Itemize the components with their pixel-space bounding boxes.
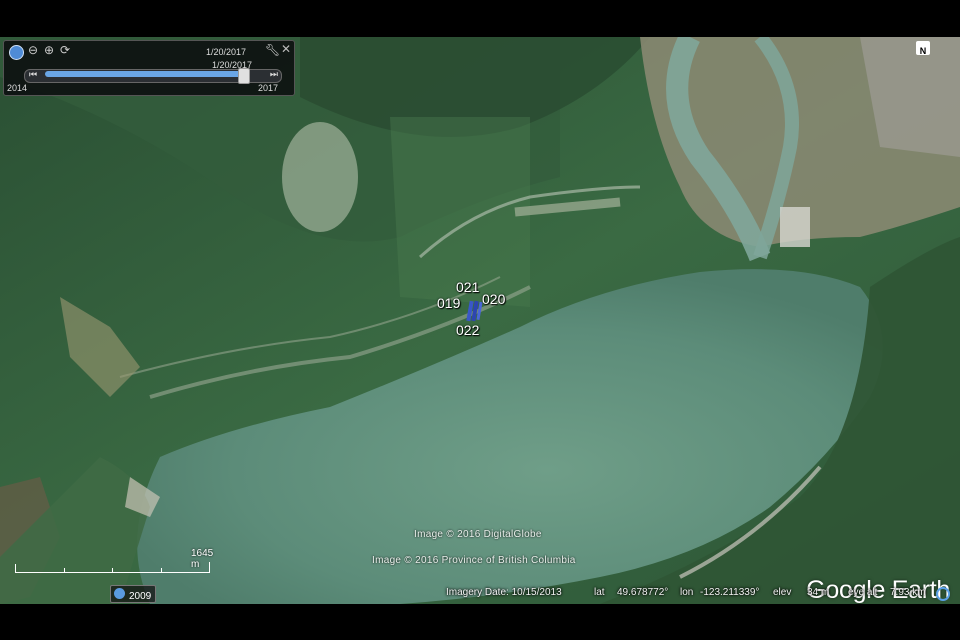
- clock-icon[interactable]: [9, 45, 24, 60]
- eye-alt-label: eye alt: [848, 587, 878, 598]
- historical-imagery-panel: ⊖ ⊕ ⟳ 1/20/2017 🔧︎ ✕ 1/20/2017 ⏮ ⏭ 2014 …: [3, 40, 295, 96]
- map-viewport[interactable]: 021 019 020 022 Image © 2016 DigitalGlob…: [0, 37, 960, 604]
- compass-north-label: N: [919, 46, 927, 56]
- refresh-icon[interactable]: ⟳: [60, 43, 70, 57]
- time-slider-fill: [45, 71, 242, 77]
- imagery-date: Imagery Date: 10/15/2013: [446, 587, 562, 598]
- current-date-top: 1/20/2017: [206, 47, 247, 57]
- scale-bar: 1645 m: [15, 548, 213, 580]
- zoom-out-time-icon[interactable]: ⊖: [28, 43, 38, 57]
- lat-value: 49.678772°: [617, 587, 669, 598]
- lat-label: lat: [594, 587, 605, 598]
- time-slider[interactable]: ⏮ ⏭: [24, 68, 282, 84]
- slider-start-icon[interactable]: ⏮: [29, 69, 37, 80]
- scale-tick-2: [112, 568, 113, 573]
- zoom-in-time-icon[interactable]: ⊕: [44, 43, 54, 57]
- placemark-label-022[interactable]: 022: [456, 322, 479, 338]
- placemark-label-021[interactable]: 021: [456, 279, 479, 295]
- satellite-imagery: [0, 37, 960, 604]
- scale-tick-3: [161, 568, 162, 573]
- scale-tick-0: [15, 564, 16, 573]
- attribution-digitalglobe: Image © 2016 DigitalGlobe: [414, 529, 542, 540]
- placemark-label-019[interactable]: 019: [437, 295, 460, 311]
- compass[interactable]: N: [916, 41, 930, 56]
- attribution-province: Image © 2016 Province of British Columbi…: [372, 555, 576, 566]
- range-end-label: 2017: [258, 83, 279, 93]
- time-slider-thumb[interactable]: [238, 68, 250, 84]
- status-bar: Imagery Date: 10/15/2013 lat 49.678772° …: [0, 583, 960, 603]
- slider-end-icon[interactable]: ⏭: [270, 69, 278, 80]
- settings-wrench-icon[interactable]: 🔧︎: [265, 43, 280, 57]
- close-icon[interactable]: ✕: [281, 42, 291, 56]
- range-start-label: 2014: [7, 83, 28, 93]
- lon-value: -123.211339°: [700, 587, 760, 598]
- eye-alt-value: 7.93 km: [890, 587, 926, 598]
- lon-label: lon: [680, 587, 694, 598]
- elev-label: elev: [773, 587, 792, 598]
- placemark-label-020[interactable]: 020: [482, 291, 505, 307]
- streaming-indicator-icon: [936, 587, 950, 601]
- elev-value: 34 m: [807, 587, 830, 598]
- scale-tick-4: [209, 562, 210, 573]
- scale-tick-1: [64, 568, 65, 573]
